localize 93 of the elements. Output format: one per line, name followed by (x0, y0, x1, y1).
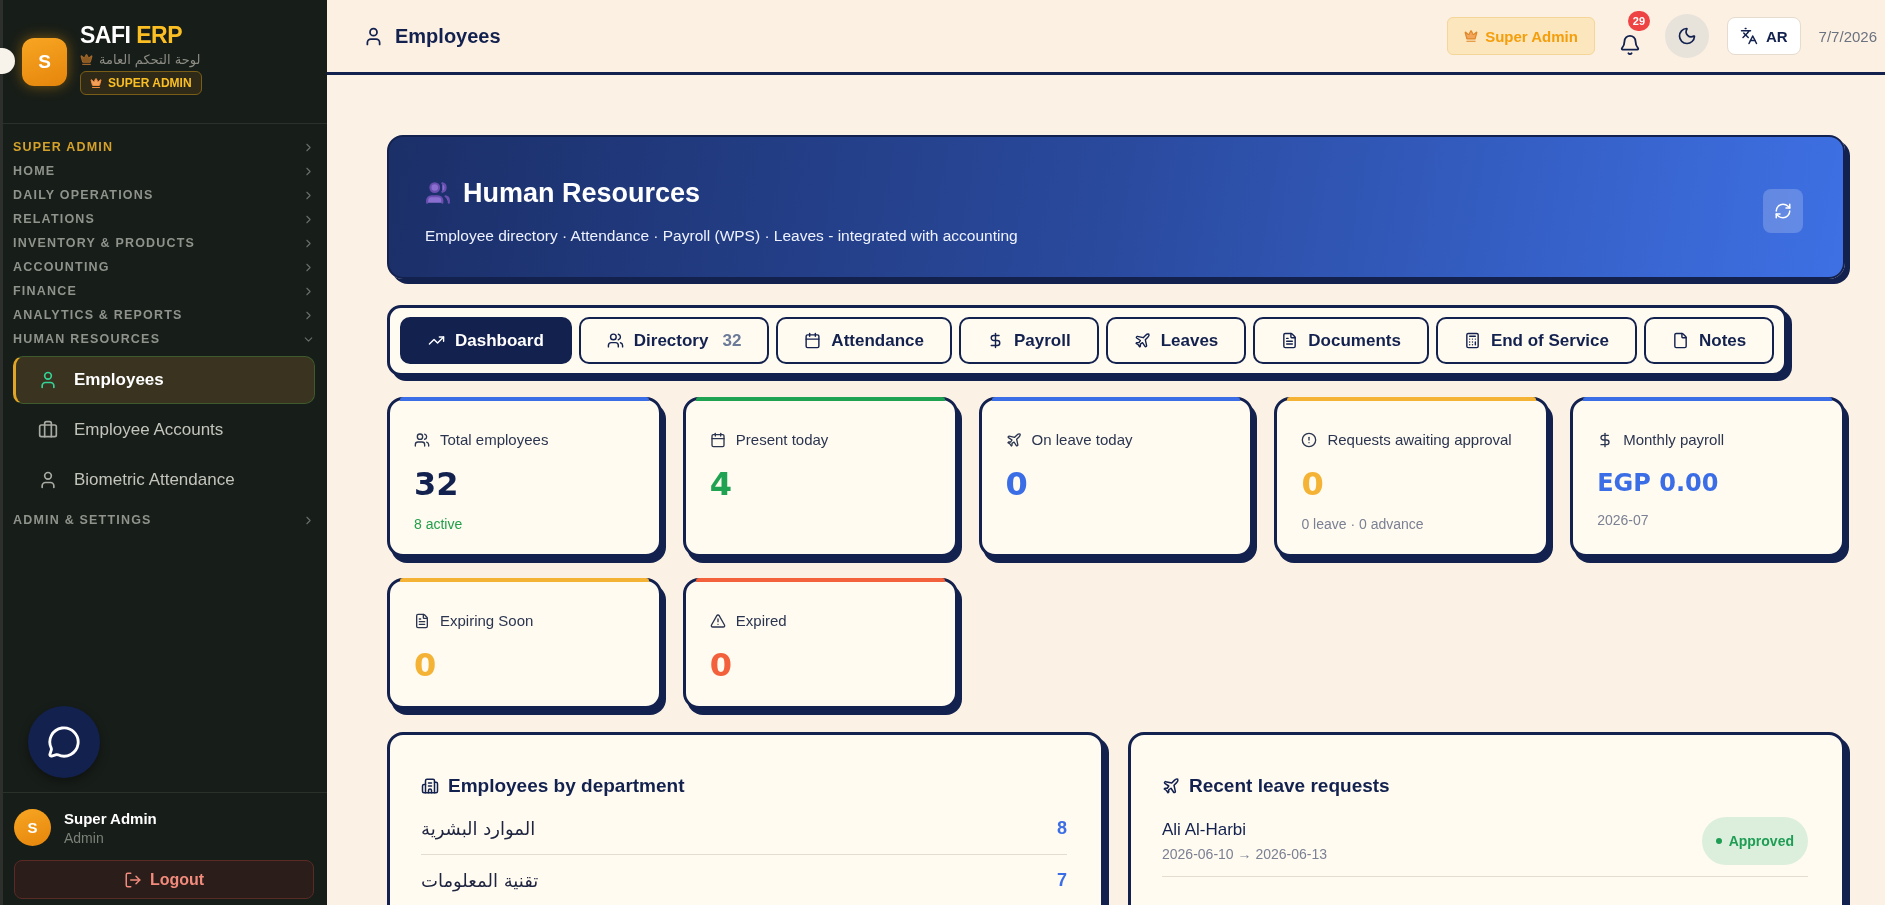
alert-circle-icon (1301, 431, 1318, 448)
nav-item[interactable]: Employees (13, 356, 315, 404)
brand-name: SAFI ERP (80, 22, 184, 48)
building-icon (421, 777, 439, 795)
briefcase-icon (38, 420, 58, 440)
department-count: 7 (1057, 870, 1067, 891)
sidebar-toggle-button[interactable] (0, 48, 15, 74)
nav-section[interactable]: ANALYTICS & REPORTS (13, 303, 315, 327)
nav-item[interactable]: Employee Accounts (13, 406, 315, 454)
stat-label: Expired (735, 612, 787, 629)
tab[interactable]: Dashboard (400, 317, 572, 364)
stat-label: Total employees (440, 431, 549, 448)
crown-icon (80, 53, 93, 66)
user-avatar: S (14, 809, 51, 846)
calendar-icon (804, 332, 822, 349)
crown-icon (1464, 29, 1479, 43)
tab[interactable]: End of Service (1435, 317, 1637, 364)
user-icon (38, 470, 58, 490)
calendar-icon (709, 431, 726, 448)
nav-item[interactable]: Biometric Attendance (13, 456, 315, 504)
plane-icon (1162, 777, 1180, 795)
banner-title: Human Resources (463, 177, 701, 209)
file-icon (1672, 332, 1689, 349)
panel-title: Employees by department (448, 775, 685, 797)
nav-section[interactable]: DAILY OPERATIONS (13, 183, 315, 207)
people-icon (425, 180, 451, 206)
role-chip-label: Super Admin (1485, 27, 1578, 45)
stat-value: 0 (1005, 464, 1028, 504)
user-icon (38, 370, 58, 390)
leave-dates: 2026-06-10 → 2026-06-13 (1162, 846, 1327, 862)
document-icon (1281, 332, 1299, 349)
nav-section[interactable]: RELATIONS (13, 207, 315, 231)
users-icon (414, 431, 430, 448)
banner-subtitle: Employee directory · Attendance · Payroll (WPS) · Leaves - integrated with accounting (425, 226, 1018, 245)
tab[interactable]: Documents (1253, 317, 1429, 364)
page-title: Employees (395, 24, 501, 48)
nav-section[interactable]: FINANCE (13, 279, 315, 303)
tab[interactable]: Notes (1644, 317, 1775, 364)
stat-value: EGP 0.00 (1597, 468, 1719, 499)
stat-value: 32 (414, 464, 459, 504)
logo-mark: S (22, 38, 67, 86)
logout-icon (123, 870, 142, 889)
department-count: 8 (1057, 818, 1067, 839)
user-name: Super Admin (64, 809, 157, 827)
logout-button[interactable]: Logout (14, 860, 314, 899)
plane-icon (1133, 332, 1151, 349)
brand-subtitle: لوحة التحكم العامة (99, 52, 201, 67)
nav-section[interactable]: HUMAN RESOURCES (13, 327, 315, 351)
department-name: تقنية المعلومات (421, 870, 539, 891)
nav-section[interactable]: HOME (13, 159, 315, 183)
nav-section[interactable]: INVENTORY & PRODUCTS (13, 231, 315, 255)
stat-note: 2026-07 (1597, 512, 1649, 528)
refresh-icon (1774, 202, 1792, 220)
stat-label: Expiring Soon (440, 612, 534, 629)
nav-section[interactable]: ADMIN & SETTINGS (13, 508, 315, 532)
calculator-icon (1463, 332, 1481, 349)
stat-label: On leave today (1031, 431, 1133, 448)
user-role: Admin (64, 829, 105, 846)
stat-value: 4 (709, 464, 733, 504)
role-badge-label: SUPER ADMIN (108, 76, 192, 90)
tab[interactable]: Attendance (776, 317, 952, 364)
employee-name: Ali Al-Harbi (1162, 820, 1248, 840)
date-text: 7/7/2026 (1818, 27, 1877, 45)
stat-label: Requests awaiting approval (1327, 431, 1512, 448)
notification-count: 29 (1627, 11, 1650, 31)
chat-bubble-icon (47, 725, 81, 759)
warning-icon (709, 612, 726, 629)
crown-icon (90, 77, 102, 89)
translate-icon (1739, 27, 1758, 45)
department-name: الموارد البشرية (421, 818, 536, 839)
language-button[interactable]: AR (1726, 17, 1801, 55)
bell-icon (1618, 34, 1641, 56)
status-badge: Approved (1701, 817, 1808, 865)
nav-section[interactable]: SUPER ADMIN (13, 135, 315, 159)
stat-value: 0 (414, 645, 437, 685)
stat-label: Present today (735, 431, 829, 448)
document-icon (414, 612, 430, 629)
stat-note: 8 active (414, 516, 463, 532)
users-icon (606, 332, 624, 349)
tab[interactable]: Directory 32 (578, 317, 770, 364)
nav-section[interactable]: ACCOUNTING (13, 255, 315, 279)
tab[interactable]: Leaves (1105, 317, 1247, 364)
stat-note: 0 leave · 0 advance (1301, 516, 1424, 532)
moon-icon (1676, 26, 1697, 46)
refresh-button[interactable] (1763, 189, 1803, 233)
tab[interactable]: Payroll (958, 317, 1099, 364)
stat-value: 0 (709, 645, 733, 685)
status-dot-icon (1715, 838, 1722, 844)
plane-icon (1005, 431, 1022, 448)
stat-label: Monthly payroll (1623, 431, 1725, 448)
panel-title: Recent leave requests (1189, 775, 1390, 797)
stat-value: 0 (1301, 464, 1324, 504)
theme-toggle-button[interactable] (1664, 14, 1709, 58)
